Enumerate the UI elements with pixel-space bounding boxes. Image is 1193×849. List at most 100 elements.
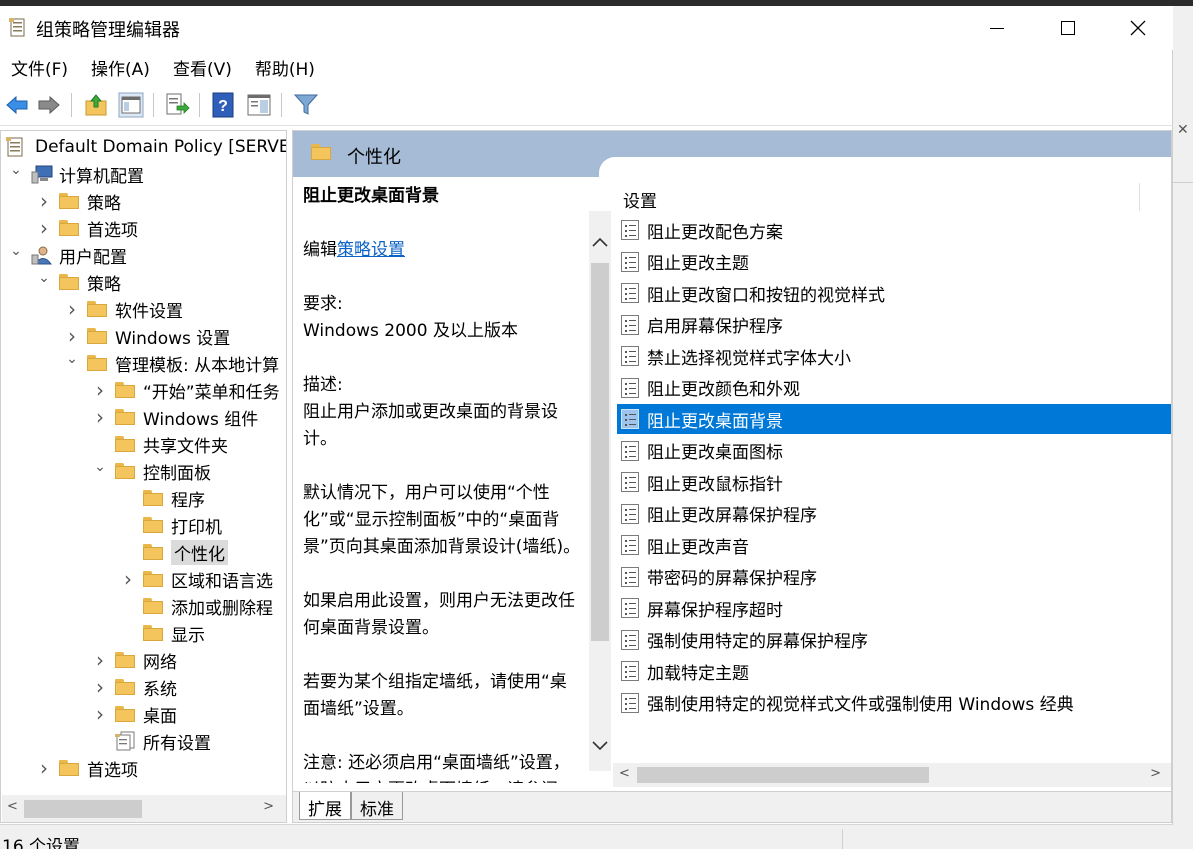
menu-file[interactable]: 文件(F) xyxy=(11,55,68,80)
scroll-right-icon[interactable]: > xyxy=(263,799,274,814)
setting-row[interactable]: 阻止更改声音 xyxy=(617,530,1171,560)
properties-pane-icon[interactable] xyxy=(246,92,272,118)
computer-icon xyxy=(31,164,53,184)
gpme-window: 组策略管理编辑器 文件(F) 操作(A) 查看(V) 帮助(H) ? Defau… xyxy=(0,6,1173,849)
collapsed-chevron-icon[interactable]: › xyxy=(65,297,79,321)
description-vertical-scrollbar[interactable] xyxy=(589,211,611,771)
setting-row[interactable]: 带密码的屏幕保护程序 xyxy=(617,562,1171,592)
scroll-right-icon[interactable]: > xyxy=(1150,766,1161,781)
settings-horizontal-scrollbar[interactable]: < > xyxy=(613,763,1171,787)
up-folder-icon[interactable] xyxy=(83,92,109,118)
policy-settings-link[interactable]: 策略设置 xyxy=(337,240,405,260)
tree-item[interactable]: 程序 xyxy=(121,485,205,511)
tree-item-label: 管理模板: 从本地计算 xyxy=(115,355,280,376)
scroll-left-icon[interactable]: < xyxy=(619,766,630,781)
setting-row[interactable]: 强制使用特定的屏幕保护程序 xyxy=(617,625,1171,655)
tab-extended[interactable]: 扩展 xyxy=(299,792,351,820)
collapsed-chevron-icon[interactable]: › xyxy=(37,216,51,240)
tree-item[interactable]: › 策略 xyxy=(37,188,121,214)
scroll-left-icon[interactable]: < xyxy=(7,799,18,814)
expanded-chevron-icon[interactable]: ⌄ xyxy=(9,162,23,178)
policy-setting-icon xyxy=(621,346,639,366)
collapsed-chevron-icon[interactable]: › xyxy=(93,702,107,726)
folder-icon xyxy=(59,191,81,211)
collapsed-chevron-icon[interactable]: › xyxy=(121,567,135,591)
setting-row[interactable]: 启用屏幕保护程序 xyxy=(617,310,1171,340)
menu-action[interactable]: 操作(A) xyxy=(91,55,150,80)
tree-item[interactable]: › “开始”菜单和任务 xyxy=(93,377,280,403)
tree-item-label: 个性化 xyxy=(171,539,228,565)
collapsed-chevron-icon[interactable]: › xyxy=(93,675,107,699)
setting-label: 阻止更改颜色和外观 xyxy=(647,380,800,400)
collapsed-chevron-icon[interactable]: › xyxy=(93,648,107,672)
tree-item[interactable]: 共享文件夹 xyxy=(93,431,228,457)
collapsed-chevron-icon[interactable]: › xyxy=(37,189,51,213)
setting-row[interactable]: 屏幕保护程序超时 xyxy=(617,593,1171,623)
setting-row[interactable]: 禁止选择视觉样式字体大小 xyxy=(617,341,1171,371)
tree-item[interactable]: › 软件设置 xyxy=(65,296,183,322)
tree-item[interactable]: › 首选项 xyxy=(37,755,138,781)
maximize-button[interactable] xyxy=(1033,6,1103,50)
tree-item[interactable]: ⌄ 管理模板: 从本地计算 xyxy=(65,350,279,376)
export-list-icon[interactable] xyxy=(164,92,190,118)
tab-standard[interactable]: 标准 xyxy=(351,792,403,820)
filter-icon[interactable] xyxy=(293,92,319,118)
tree-horizontal-scrollbar[interactable]: < > xyxy=(2,795,286,822)
expanded-chevron-icon[interactable]: ⌄ xyxy=(9,243,23,259)
close-icon[interactable]: ✕ xyxy=(1177,122,1189,138)
collapsed-chevron-icon[interactable]: › xyxy=(93,405,107,429)
tree-item[interactable]: › 系统 xyxy=(93,674,177,700)
setting-row[interactable]: 阻止更改主题 xyxy=(617,247,1171,277)
folder-icon xyxy=(87,299,109,319)
all-settings-icon xyxy=(115,731,137,751)
tree-item[interactable]: › 桌面 xyxy=(93,701,177,727)
collapsed-chevron-icon[interactable]: › xyxy=(93,378,107,402)
close-icon xyxy=(1130,20,1146,36)
scroll-thumb[interactable] xyxy=(637,767,929,783)
setting-row[interactable]: 阻止更改窗口和按钮的视觉样式 xyxy=(617,278,1171,308)
tree-item[interactable]: › Windows 设置 xyxy=(65,323,230,349)
setting-label: 强制使用特定的视觉样式文件或强制使用 Windows 经典 xyxy=(647,695,1074,715)
close-button[interactable] xyxy=(1103,6,1173,50)
collapsed-chevron-icon[interactable]: › xyxy=(37,756,51,780)
back-icon[interactable] xyxy=(4,92,30,118)
scroll-down-icon[interactable] xyxy=(591,739,609,753)
scroll-up-icon[interactable] xyxy=(591,235,609,249)
setting-row[interactable]: 阻止更改配色方案 xyxy=(617,215,1171,245)
tree-item[interactable]: ⌄ 计算机配置 xyxy=(9,161,144,187)
setting-row[interactable]: 强制使用特定的视觉样式文件或强制使用 Windows 经典 xyxy=(617,688,1171,718)
tree-root[interactable]: Default Domain Policy [SERVER xyxy=(5,134,286,160)
setting-row[interactable]: 阻止更改桌面图标 xyxy=(617,436,1171,466)
tree-item[interactable]: › 区域和语言选 xyxy=(121,566,273,592)
tree-item[interactable]: 显示 xyxy=(121,620,205,646)
policy-setting-icon xyxy=(621,377,639,398)
tree-item[interactable]: 个性化 xyxy=(121,539,228,565)
menu-help[interactable]: 帮助(H) xyxy=(255,55,315,80)
menu-view[interactable]: 查看(V) xyxy=(173,55,232,80)
tree-item[interactable]: › 网络 xyxy=(93,647,177,673)
tree-item[interactable]: 所有设置 xyxy=(93,728,211,754)
setting-row[interactable]: 阻止更改桌面背景 xyxy=(617,404,1171,434)
tree-item[interactable]: ⌄ 控制面板 xyxy=(93,458,211,484)
setting-row[interactable]: 阻止更改屏幕保护程序 xyxy=(617,499,1171,529)
expanded-chevron-icon[interactable]: ⌄ xyxy=(37,270,51,286)
column-header-setting[interactable]: 设置 xyxy=(623,187,657,212)
forward-icon[interactable] xyxy=(36,92,62,118)
show-hide-tree-icon[interactable] xyxy=(118,92,144,118)
tree-item[interactable]: 添加或删除程 xyxy=(121,593,273,619)
expanded-chevron-icon[interactable]: ⌄ xyxy=(65,351,79,367)
tree-item[interactable]: ⌄ 用户配置 xyxy=(9,242,127,268)
tree-item[interactable]: › Windows 组件 xyxy=(93,404,258,430)
tree-item[interactable]: ⌄ 策略 xyxy=(37,269,121,295)
setting-row[interactable]: 阻止更改颜色和外观 xyxy=(617,373,1171,403)
scroll-thumb[interactable] xyxy=(591,263,609,641)
setting-row[interactable]: 加载特定主题 xyxy=(617,656,1171,686)
help-icon[interactable]: ? xyxy=(211,92,237,118)
expanded-chevron-icon[interactable]: ⌄ xyxy=(93,459,107,475)
collapsed-chevron-icon[interactable]: › xyxy=(65,324,79,348)
minimize-button[interactable] xyxy=(962,6,1032,50)
scroll-thumb[interactable] xyxy=(24,800,142,818)
setting-row[interactable]: 阻止更改鼠标指针 xyxy=(617,467,1171,497)
tree-item[interactable]: › 首选项 xyxy=(37,215,138,241)
tree-item[interactable]: 打印机 xyxy=(121,512,222,538)
